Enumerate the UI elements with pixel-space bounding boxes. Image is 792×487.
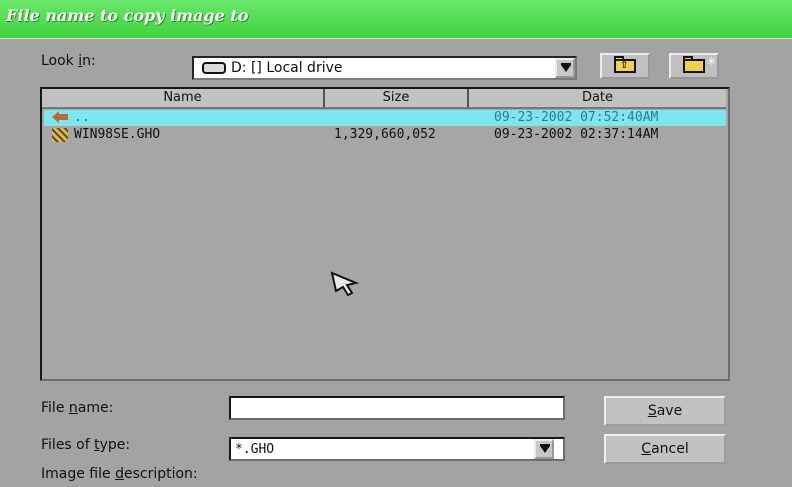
file-type-dropdown-button[interactable] bbox=[534, 439, 554, 459]
up-one-level-button[interactable]: ⇧ bbox=[600, 53, 650, 79]
column-header-name[interactable]: Name bbox=[42, 89, 325, 109]
look-in-dropdown-button[interactable] bbox=[555, 58, 575, 78]
file-name-field[interactable] bbox=[229, 396, 565, 420]
hard-drive-icon bbox=[202, 62, 226, 74]
file-type-value: *.GHO bbox=[235, 442, 275, 457]
save-button[interactable]: Save bbox=[604, 396, 726, 426]
image-description-label: Image file description: bbox=[41, 466, 198, 482]
column-header-size[interactable]: Size bbox=[325, 89, 469, 109]
file-type-label: Files of type: bbox=[41, 437, 131, 453]
look-in-select[interactable]: D: [] Local drive bbox=[192, 56, 577, 80]
window-title: File name to copy image to bbox=[6, 6, 249, 25]
file-name-label: File name: bbox=[41, 400, 114, 416]
mouse-pointer-icon bbox=[330, 271, 360, 297]
column-header-date[interactable]: Date bbox=[469, 89, 726, 109]
title-bar[interactable]: File name to copy image to bbox=[0, 0, 792, 38]
parent-folder-icon bbox=[52, 111, 68, 123]
look-in-value: D: [] Local drive bbox=[231, 60, 343, 76]
cancel-button[interactable]: Cancel bbox=[604, 434, 726, 464]
file-size: 1,329,660,052 bbox=[334, 127, 436, 142]
file-name: .. bbox=[74, 110, 90, 125]
look-in-label: Look in: bbox=[41, 53, 96, 69]
list-item[interactable]: .. 09-23-2002 07:52:40AM bbox=[44, 110, 726, 126]
list-item[interactable]: WIN98SE.GHO 1,329,660,052 09-23-2002 02:… bbox=[44, 127, 726, 143]
file-name: WIN98SE.GHO bbox=[74, 127, 161, 142]
save-dialog: Look in: D: [] Local drive ⇧ ✳ Name Size… bbox=[0, 38, 792, 487]
file-list[interactable]: Name Size Date .. 09-23-2002 07:52:40AM … bbox=[40, 87, 730, 381]
ghost-image-file-icon bbox=[52, 128, 68, 142]
new-folder-button[interactable]: ✳ bbox=[669, 53, 719, 79]
file-date: 09-23-2002 07:52:40AM bbox=[494, 110, 659, 125]
file-type-select[interactable]: *.GHO bbox=[229, 437, 565, 461]
file-date: 09-23-2002 02:37:14AM bbox=[494, 127, 659, 142]
